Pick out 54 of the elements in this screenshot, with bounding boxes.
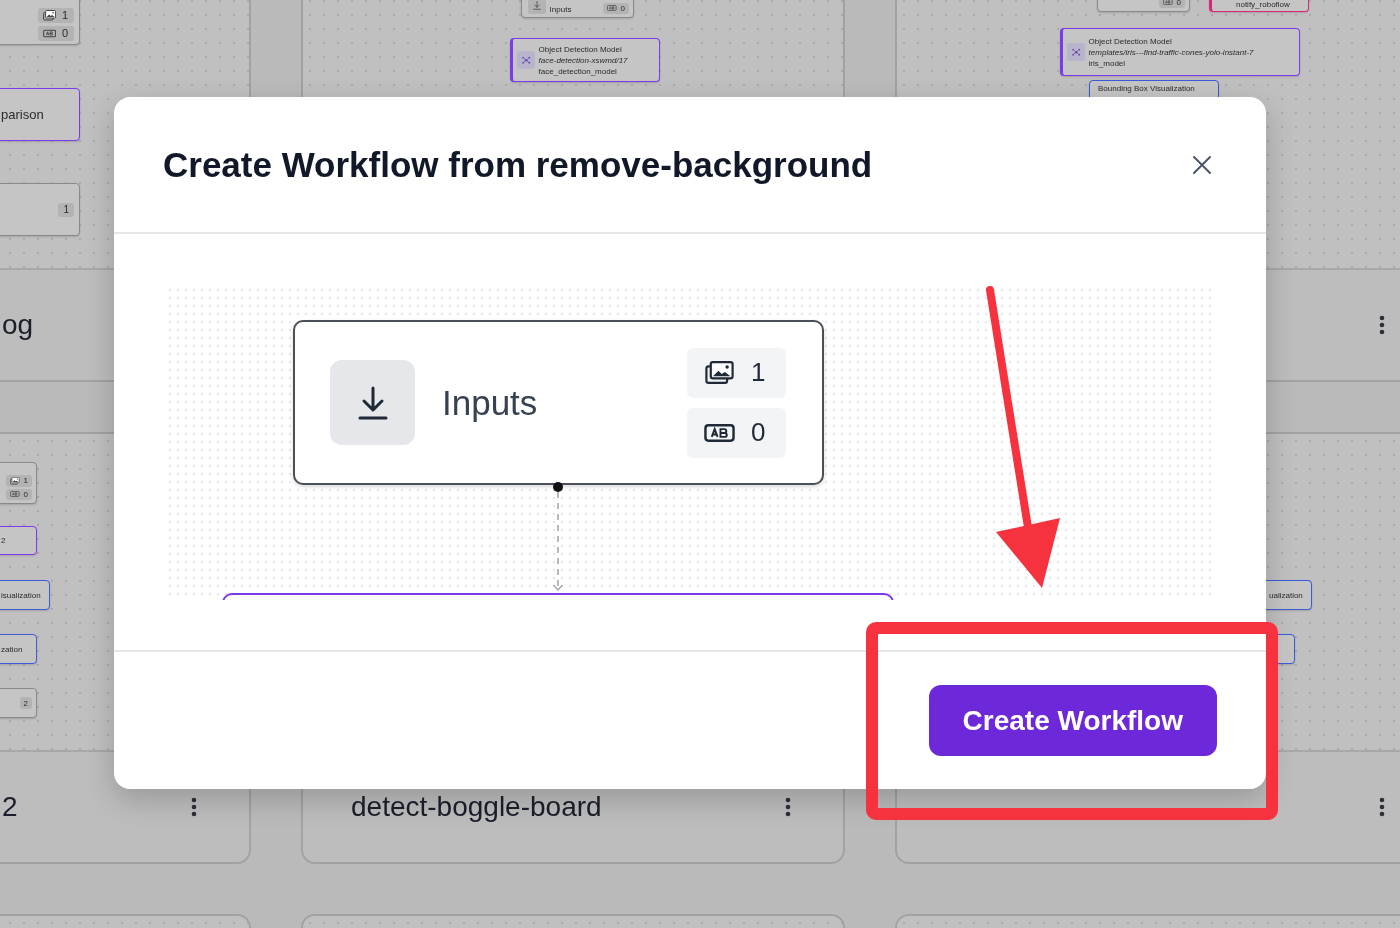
node-subtitle: face-detection-xswmd/17 <box>538 55 628 65</box>
inputs-node[interactable]: 1 0 <box>0 462 37 504</box>
dialog-title: Create Workflow from remove-background <box>163 144 874 185</box>
block-node[interactable]: parison <box>0 88 80 141</box>
node-title: Inputs <box>442 382 538 423</box>
text-field-icon <box>43 27 57 39</box>
download-icon <box>532 0 541 10</box>
inputs-node[interactable]: 1 0 <box>0 0 80 45</box>
image-icon <box>704 360 735 385</box>
node-title: Object Detection Model <box>1088 36 1173 46</box>
block-node[interactable]: isualization <box>0 580 50 610</box>
text-field-icon <box>1162 0 1173 7</box>
count-text: 1 <box>751 357 766 388</box>
inputs-node[interactable]: Inputs 0 <box>521 0 634 18</box>
card-title: 2 <box>2 791 19 823</box>
block-node[interactable]: 2 <box>0 526 37 555</box>
more-icon[interactable] <box>1379 797 1385 817</box>
node-subtitle: notify_roboflow <box>1236 0 1290 9</box>
count-badge: 1 <box>58 202 74 217</box>
text-field-icon <box>9 490 20 499</box>
inputs-node[interactable]: 0 <box>1097 0 1190 12</box>
count-text: 1 <box>61 9 68 22</box>
more-icon[interactable] <box>785 797 791 817</box>
network-icon <box>1070 46 1081 58</box>
count-text: 0 <box>620 3 625 13</box>
download-icon <box>357 385 388 420</box>
count-text: 0 <box>1176 0 1181 7</box>
image-icon <box>9 476 20 485</box>
card-title: detect-boggle-board <box>351 791 603 823</box>
node-title: Object Detection Model <box>538 44 623 54</box>
node-subtitle: face_detection_model <box>538 66 618 76</box>
count-text: 1 <box>23 476 28 486</box>
node-title: Inputs <box>549 5 572 14</box>
more-icon[interactable] <box>1379 315 1385 335</box>
node-subtitle: templates/iris---find-traffic-cones-yolo-instant-7 <box>1088 47 1254 57</box>
block-node[interactable]: zation <box>0 634 37 664</box>
inputs-node[interactable]: Inputs 1 0 <box>293 320 824 485</box>
network-icon <box>520 54 531 66</box>
model-node[interactable]: notify_roboflow <box>1209 0 1309 12</box>
create-workflow-button[interactable]: Create Workflow <box>928 685 1217 756</box>
text-field-icon <box>606 4 617 13</box>
model-node[interactable]: Object Detection Model templates/iris---find-traffic-cones-yolo-instant-7 iris_model <box>1060 28 1300 76</box>
more-icon[interactable] <box>191 797 197 817</box>
model-node[interactable]: Object Detection Model face-detection-xswmd/17 face_detection_model <box>510 38 660 82</box>
close-icon[interactable] <box>1192 154 1212 175</box>
count-text: 0 <box>61 27 68 40</box>
count-text: 0 <box>751 417 766 448</box>
card-title: og <box>2 309 35 341</box>
block-node[interactable]: 1 <box>0 183 80 236</box>
block-node[interactable]: 2 <box>0 688 37 718</box>
image-icon <box>43 9 57 21</box>
node-subtitle: iris_model <box>1088 58 1127 68</box>
count-text: 0 <box>23 489 28 499</box>
count-badge: 2 <box>19 697 32 709</box>
